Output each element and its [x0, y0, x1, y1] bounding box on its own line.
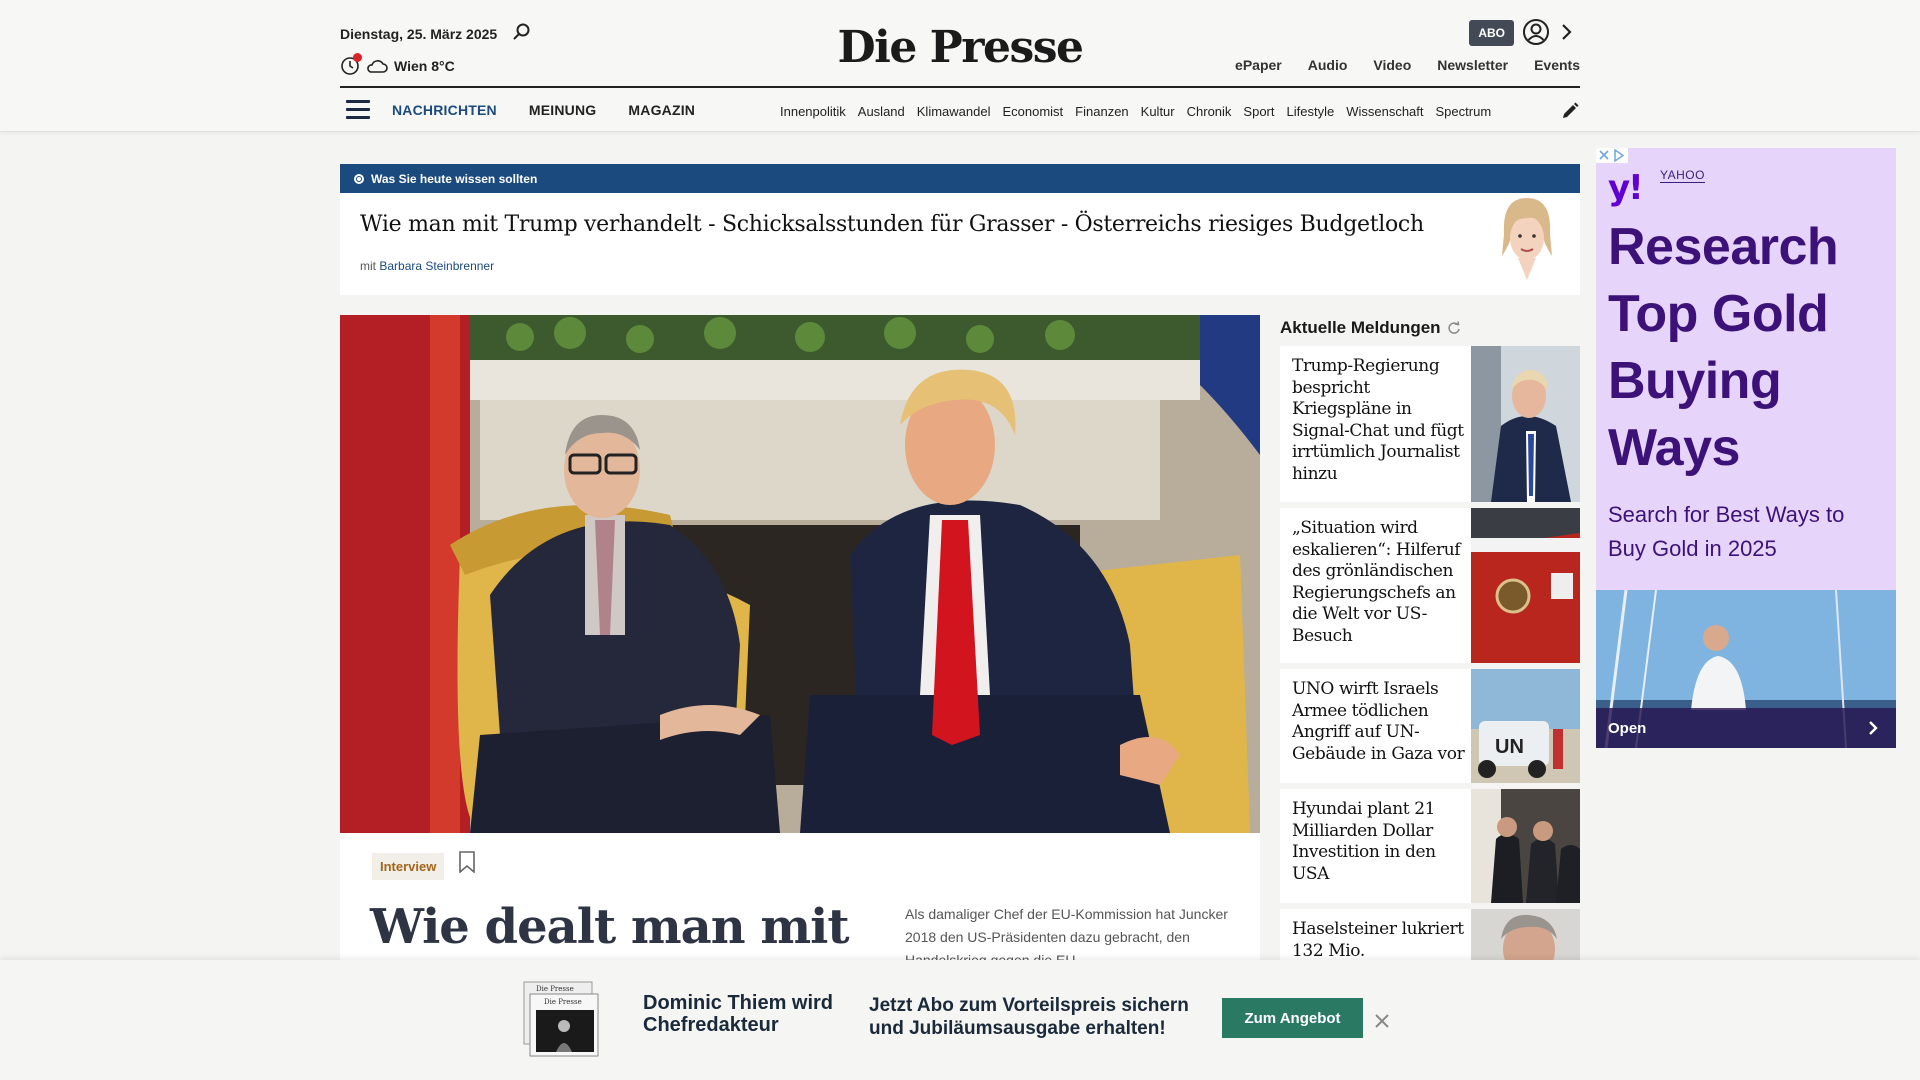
news-section-title: Aktuelle Meldungen: [1280, 318, 1461, 338]
link-newsletter[interactable]: Newsletter: [1437, 57, 1508, 73]
hero-image[interactable]: [340, 315, 1260, 833]
news-item-text: „Situation wird eskalieren“: Hilferuf de…: [1292, 518, 1461, 646]
advertisement[interactable]: y! YAHOO Research Top Gold Buying Ways S…: [1596, 148, 1896, 748]
current-date: Dienstag, 25. März 2025: [340, 26, 498, 42]
refresh-icon[interactable]: [1447, 321, 1461, 335]
yahoo-logo: y!: [1608, 168, 1644, 208]
link-audio[interactable]: Audio: [1308, 57, 1348, 73]
subscription-banner: Die Presse Die Presse Dominic Thiem wird…: [0, 960, 1920, 1080]
svg-text:Die Presse: Die Presse: [536, 985, 574, 993]
nav-chronik[interactable]: Chronik: [1187, 104, 1232, 119]
ad-open-label: Open: [1608, 719, 1647, 737]
link-events[interactable]: Events: [1534, 57, 1580, 73]
ad-open-button[interactable]: Open: [1596, 708, 1896, 748]
link-epaper[interactable]: ePaper: [1235, 57, 1282, 73]
svg-text:Die Presse: Die Presse: [544, 998, 582, 1006]
pencil-icon[interactable]: [1560, 101, 1580, 121]
news-title-label: Aktuelle Meldungen: [1280, 318, 1441, 337]
news-item[interactable]: UNO wirft Israels Armee tödlichen Angrif…: [1280, 669, 1580, 783]
header-divider: [340, 86, 1580, 88]
svg-text:UN: UN: [1495, 736, 1524, 758]
news-thumbnail: [1471, 508, 1580, 663]
news-thumbnail: [1471, 789, 1580, 903]
site-logo[interactable]: Die Presse: [838, 22, 1084, 73]
chevron-right-icon: [1869, 721, 1878, 735]
category-tag[interactable]: Interview: [372, 853, 445, 880]
search-icon[interactable]: [512, 22, 532, 42]
news-item[interactable]: Trump-Regierung bespricht Kriegspläne in…: [1280, 346, 1580, 502]
section-nav: Innenpolitik Ausland Klimawandel Economist F…: [780, 104, 1540, 119]
close-icon[interactable]: [1374, 1013, 1390, 1029]
cloud-icon: [367, 60, 388, 73]
daily-briefing-card[interactable]: Was Sie heute wissen sollten Wie man mit…: [340, 164, 1580, 295]
briefing-bar: Was Sie heute wissen sollten: [340, 164, 1580, 193]
history-icon[interactable]: [340, 53, 362, 76]
news-thumbnail: [1471, 909, 1580, 960]
site-header: Dienstag, 25. März 2025 Wien 8°C Die Pre…: [0, 0, 1920, 132]
briefing-label: Was Sie heute wissen sollten: [371, 171, 538, 186]
ad-headline: Research Top Gold Buying Ways: [1608, 218, 1839, 477]
briefing-byline: mit Barbara Steinbrenner: [360, 259, 494, 273]
news-item-text: Haselsteiner lukriert 132 Mio.: [1292, 919, 1464, 960]
chevron-right-icon[interactable]: [1560, 22, 1572, 42]
nav-innenpolitik[interactable]: Innenpolitik: [780, 104, 846, 119]
news-item[interactable]: Haselsteiner lukriert 132 Mio.: [1280, 909, 1580, 960]
hero-article-card: Interview Wie dealt man mit Als damalige…: [340, 833, 1260, 968]
nav-lifestyle[interactable]: Lifestyle: [1287, 104, 1335, 119]
author-avatar: [1502, 198, 1552, 280]
newspaper-stack-image: Die Presse Die Presse: [523, 981, 599, 1057]
nav-finanzen[interactable]: Finanzen: [1075, 104, 1128, 119]
main-nav: NACHRICHTEN MEINUNG MAGAZIN: [392, 102, 695, 118]
weather-label: Wien 8°C: [394, 58, 455, 74]
weather-widget[interactable]: Wien 8°C: [340, 53, 455, 76]
news-item-text: Hyundai plant 21 Milliarden Dollar Inves…: [1292, 799, 1436, 884]
offer-button[interactable]: Zum Angebot: [1222, 998, 1363, 1038]
nav-economist[interactable]: Economist: [1002, 104, 1063, 119]
link-video[interactable]: Video: [1373, 57, 1411, 73]
live-dot-icon: [354, 173, 364, 184]
user-account-icon[interactable]: [1522, 18, 1550, 46]
nav-spectrum[interactable]: Spectrum: [1436, 104, 1492, 119]
ad-brand: YAHOO: [1660, 168, 1705, 183]
nav-ausland[interactable]: Ausland: [858, 104, 905, 119]
nav-nachrichten[interactable]: NACHRICHTEN: [392, 102, 497, 118]
abo-button[interactable]: ABO: [1469, 20, 1514, 46]
nav-klimawandel[interactable]: Klimawandel: [917, 104, 991, 119]
author-link[interactable]: Barbara Steinbrenner: [379, 259, 494, 273]
news-thumbnail: [1471, 346, 1580, 502]
header-inner: Dienstag, 25. März 2025 Wien 8°C Die Pre…: [340, 0, 1580, 132]
byline-prefix: mit: [360, 259, 376, 273]
nav-wissenschaft[interactable]: Wissenschaft: [1346, 104, 1423, 119]
adchoices-icon[interactable]: [1596, 148, 1628, 163]
banner-headline: Dominic Thiem wird Chefredakteur: [643, 992, 834, 1036]
ad-subline: Search for Best Ways to Buy Gold in 2025: [1608, 502, 1845, 561]
banner-text: Jetzt Abo zum Vorteilspreis sichern und …: [869, 995, 1189, 1039]
nav-meinung[interactable]: MEINUNG: [529, 102, 597, 118]
hero-headline[interactable]: Wie dealt man mit: [370, 899, 850, 955]
nav-magazin[interactable]: MAGAZIN: [628, 102, 695, 118]
hamburger-menu-icon[interactable]: [346, 100, 370, 120]
briefing-headline[interactable]: Wie man mit Trump verhandelt - Schicksal…: [360, 212, 1424, 237]
bookmark-icon[interactable]: [458, 851, 476, 873]
news-item-text: Trump-Regierung bespricht Kriegspläne in…: [1292, 356, 1464, 484]
nav-kultur[interactable]: Kultur: [1141, 104, 1175, 119]
news-thumbnail: UN: [1471, 669, 1580, 783]
news-item[interactable]: „Situation wird eskalieren“: Hilferuf de…: [1280, 508, 1580, 663]
notification-dot: [353, 53, 362, 62]
news-item[interactable]: Hyundai plant 21 Milliarden Dollar Inves…: [1280, 789, 1580, 903]
top-links: ePaper Audio Video Newsletter Events: [1235, 57, 1580, 73]
news-item-text: UNO wirft Israels Armee tödlichen Angrif…: [1292, 679, 1465, 764]
nav-sport[interactable]: Sport: [1243, 104, 1274, 119]
